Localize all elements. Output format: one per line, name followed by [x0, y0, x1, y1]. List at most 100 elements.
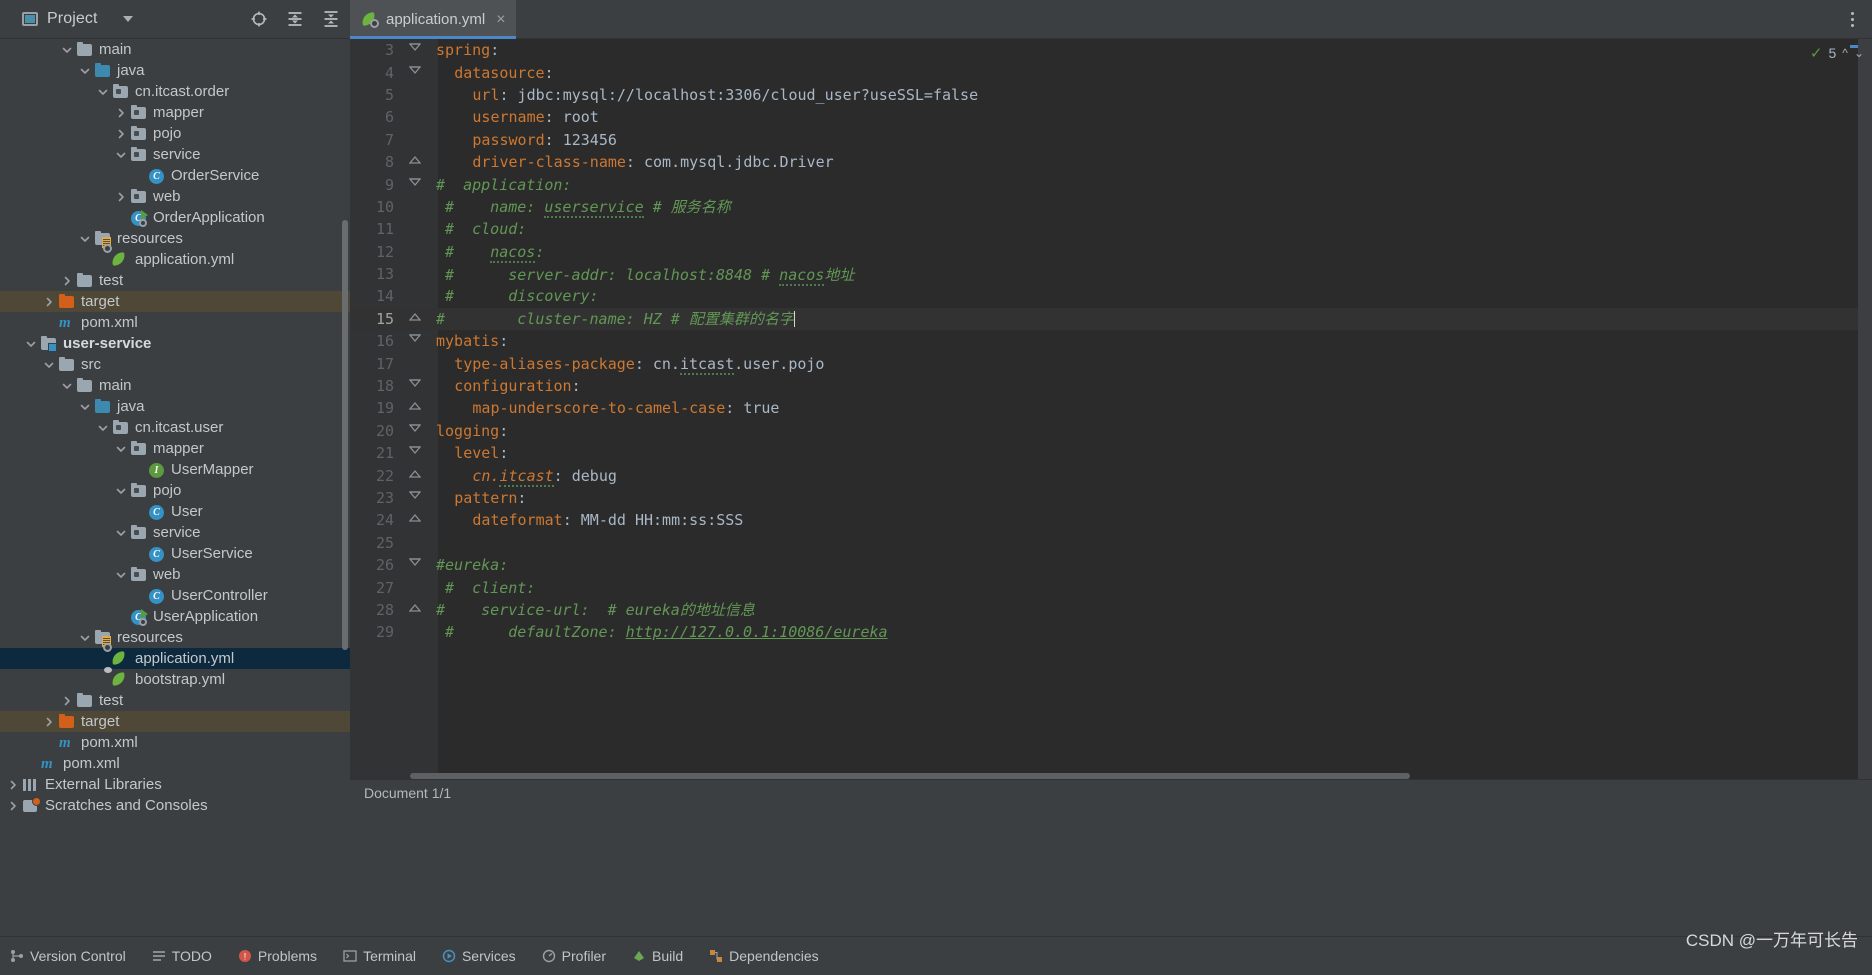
tree-item-web[interactable]: web — [0, 186, 350, 207]
tree-item-mapper[interactable]: mapper — [0, 438, 350, 459]
bottom-bar-dependencies[interactable]: Dependencies — [709, 948, 819, 964]
kebab-menu-icon[interactable] — [1842, 9, 1862, 29]
chevron-right-icon[interactable] — [42, 715, 56, 729]
tree-item-java[interactable]: java — [0, 60, 350, 81]
code-line-11[interactable]: 11 # cloud: — [350, 218, 1872, 240]
chevron-right-icon[interactable] — [6, 778, 20, 792]
fold-open-icon[interactable] — [408, 41, 422, 59]
code-line-5[interactable]: 5 url: jdbc:mysql://localhost:3306/cloud_… — [350, 84, 1872, 106]
tree-item-target[interactable]: target — [0, 711, 350, 732]
chevron-right-icon[interactable] — [114, 127, 128, 141]
locate-icon[interactable] — [247, 7, 271, 31]
fold-end-icon[interactable] — [408, 511, 422, 529]
bottom-bar-terminal[interactable]: Terminal — [343, 948, 416, 964]
tree-item-pom-xml[interactable]: m pom.xml — [0, 753, 350, 774]
code-line-15[interactable]: 15 # cluster-name: HZ # 配置集群的名字 — [350, 307, 1872, 331]
tree-item-web[interactable]: web — [0, 564, 350, 585]
code-line-10[interactable]: 10 # name: userservice # 服务名称 — [350, 196, 1872, 219]
fold-open-icon[interactable] — [408, 332, 422, 350]
tree-item-resources[interactable]: resources — [0, 228, 350, 249]
code-line-25[interactable]: 25 — [350, 532, 1872, 554]
chevron-down-icon[interactable] — [114, 148, 128, 162]
chevron-down-icon[interactable] — [114, 484, 128, 498]
code-line-12[interactable]: 12 # nacos: — [350, 241, 1872, 263]
code-line-28[interactable]: 28 # service-url: # eureka的地址信息 — [350, 599, 1872, 621]
tree-item-java[interactable]: java — [0, 396, 350, 417]
fold-open-icon[interactable] — [408, 444, 422, 462]
tree-item-main[interactable]: main — [0, 39, 350, 60]
tree-item-main[interactable]: main — [0, 375, 350, 396]
project-panel-header[interactable]: Project — [0, 0, 255, 39]
tree-item-usermapper[interactable]: I UserMapper — [0, 459, 350, 480]
tree-item-pom-xml[interactable]: m pom.xml — [0, 312, 350, 333]
fold-open-icon[interactable] — [408, 64, 422, 82]
chevron-right-icon[interactable] — [60, 694, 74, 708]
tree-item-pom-xml[interactable]: m pom.xml — [0, 732, 350, 753]
collapse-all-icon[interactable] — [319, 7, 343, 31]
fold-open-icon[interactable] — [408, 422, 422, 440]
editor-code-area[interactable]: 3 spring: 4 datasource: 5 url: jdbc:mysql://l… — [350, 39, 1872, 779]
fold-end-icon[interactable] — [408, 467, 422, 485]
chevron-down-icon[interactable] — [42, 358, 56, 372]
code-line-21[interactable]: 21 level: — [350, 442, 1872, 464]
code-line-19[interactable]: 19 map-underscore-to-camel-case: true — [350, 397, 1872, 419]
tree-item-pojo[interactable]: pojo — [0, 480, 350, 501]
tree-item-pojo[interactable]: pojo — [0, 123, 350, 144]
tree-item-application-yml[interactable]: application.yml — [0, 243, 350, 270]
fold-end-icon[interactable] — [408, 310, 422, 328]
code-line-3[interactable]: 3 spring: — [350, 39, 1872, 61]
code-line-13[interactable]: 13 # server-addr: localhost:8848 # nacos… — [350, 263, 1872, 286]
chevron-right-icon[interactable] — [60, 274, 74, 288]
code-line-23[interactable]: 23 pattern: — [350, 487, 1872, 509]
sidebar-scrollbar[interactable] — [342, 220, 348, 650]
chevron-down-icon[interactable] — [24, 337, 38, 351]
tree-item-scratches-and-consoles[interactable]: Scratches and Consoles — [0, 795, 350, 816]
chevron-down-icon[interactable] — [114, 568, 128, 582]
fold-end-icon[interactable] — [408, 601, 422, 619]
chevron-right-icon[interactable] — [114, 106, 128, 120]
code-line-22[interactable]: 22 cn.itcast: debug — [350, 464, 1872, 487]
tree-item-service[interactable]: service — [0, 144, 350, 165]
code-line-26[interactable]: 26 #eureka: — [350, 554, 1872, 576]
code-line-16[interactable]: 16 mybatis: — [350, 330, 1872, 352]
close-icon[interactable]: × — [496, 11, 505, 28]
code-line-14[interactable]: 14 # discovery: — [350, 285, 1872, 307]
chevron-right-icon[interactable] — [114, 190, 128, 204]
tab-application-yml[interactable]: application.yml × — [350, 0, 516, 39]
bottom-bar-services[interactable]: Services — [442, 948, 516, 964]
tree-item-orderservice[interactable]: C OrderService — [0, 165, 350, 186]
chevron-down-icon[interactable] — [114, 526, 128, 540]
tree-item-userservice[interactable]: C UserService — [0, 543, 350, 564]
tree-item-target[interactable]: target — [0, 291, 350, 312]
tree-item-test[interactable]: test — [0, 270, 350, 291]
chevron-right-icon[interactable] — [42, 295, 56, 309]
code-line-7[interactable]: 7 password: 123456 — [350, 129, 1872, 151]
tree-item-usercontroller[interactable]: C UserController — [0, 585, 350, 606]
chevron-down-icon[interactable] — [60, 43, 74, 57]
code-line-9[interactable]: 9 # application: — [350, 173, 1872, 195]
tree-item-cn-itcast-user[interactable]: cn.itcast.user — [0, 417, 350, 438]
chevron-down-icon[interactable]: ⌄ — [1854, 46, 1864, 60]
code-line-17[interactable]: 17 type-aliases-package: cn.itcast.user.p… — [350, 352, 1872, 375]
tree-item-userapplication[interactable]: C UserApplication — [0, 606, 350, 627]
bottom-bar-profiler[interactable]: Profiler — [542, 948, 606, 964]
tree-item-cn-itcast-order[interactable]: cn.itcast.order — [0, 81, 350, 102]
tree-item-service[interactable]: service — [0, 522, 350, 543]
chevron-up-icon[interactable]: ^ — [1842, 46, 1848, 60]
tree-item-user[interactable]: C User — [0, 501, 350, 522]
chevron-down-icon[interactable] — [60, 379, 74, 393]
code-editor[interactable]: 3 spring: 4 datasource: 5 url: jdbc:mysql://l… — [350, 39, 1872, 779]
chevron-down-icon[interactable] — [78, 400, 92, 414]
bottom-bar-problems[interactable]: ! Problems — [238, 948, 317, 964]
tree-item-orderapplication[interactable]: C OrderApplication — [0, 207, 350, 228]
bottom-bar-build[interactable]: Build — [632, 948, 683, 964]
tree-item-external-libraries[interactable]: External Libraries — [0, 774, 350, 795]
tree-item-mapper[interactable]: mapper — [0, 102, 350, 123]
chevron-down-icon[interactable] — [96, 85, 110, 99]
fold-open-icon[interactable] — [408, 176, 422, 194]
bottom-bar-version-control[interactable]: Version Control — [10, 948, 126, 964]
chevron-down-icon[interactable] — [114, 442, 128, 456]
tree-item-src[interactable]: src — [0, 354, 350, 375]
code-line-20[interactable]: 20 logging: — [350, 420, 1872, 442]
fold-open-icon[interactable] — [408, 556, 422, 574]
